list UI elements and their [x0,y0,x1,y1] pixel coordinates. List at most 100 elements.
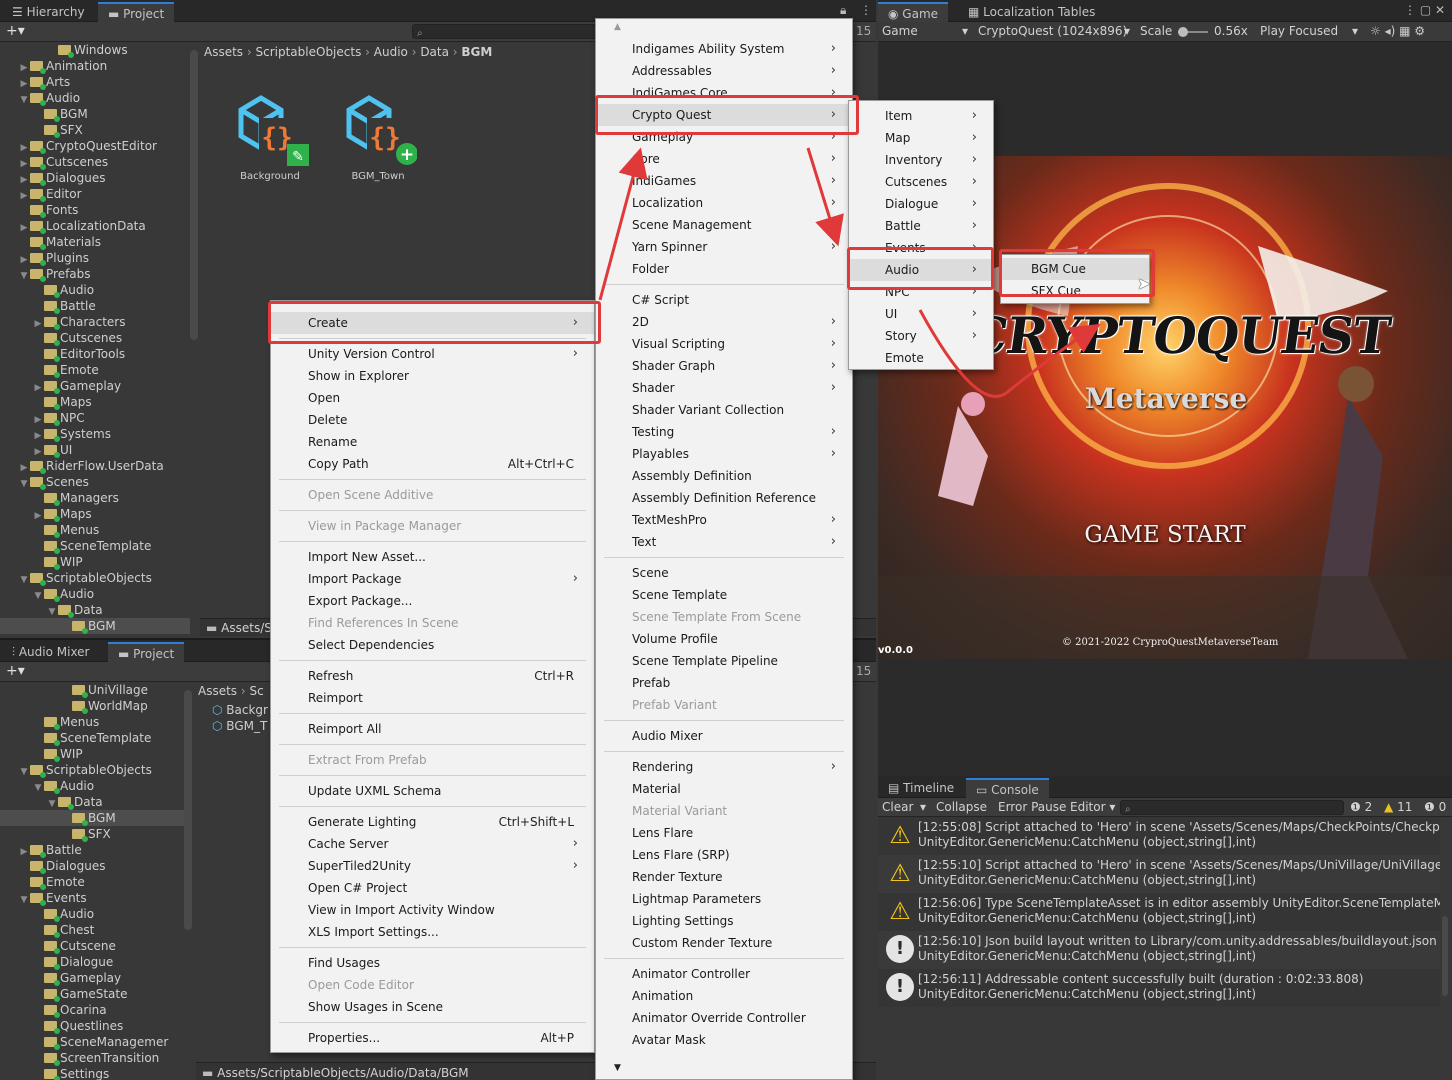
tree-row[interactable]: SFX [0,122,190,138]
display-dropdown[interactable]: Game ▾ [882,24,968,38]
tab-project[interactable]: ▬ Project [98,2,175,22]
slider-knob[interactable] [1178,27,1188,37]
menu-item-lighting-settings[interactable]: Lighting Settings [596,910,852,932]
tree-row[interactable]: BGM [0,106,190,122]
tree-row[interactable]: Fonts [0,202,190,218]
menu-item-cutscenes[interactable]: Cutscenes › [849,171,993,193]
tree-row[interactable]: ▶ Characters [0,314,190,330]
resolution-dropdown[interactable]: CryptoQuest (1024x896) ▾ [978,24,1130,38]
menu-item-open[interactable]: Open [271,387,594,409]
menu-item-item[interactable]: Item › [849,105,993,127]
plus-icon[interactable]: +▾ [6,663,25,679]
menu-item-custom-render-texture[interactable]: Custom Render Texture [596,932,852,954]
menu-item-folder[interactable]: Folder [596,258,852,280]
menu-item-shader-variant-collection[interactable]: Shader Variant Collection [596,399,852,421]
tree-row[interactable]: ▼ Audio [0,778,190,794]
tree-row[interactable]: Gameplay [0,970,190,986]
menu-item-scene[interactable]: Scene [596,562,852,584]
menu-item-shader[interactable]: Shader › [596,377,852,399]
plus-icon[interactable]: +▾ [6,23,25,39]
scroll-down-icon[interactable]: ▼ [614,1063,621,1073]
tree-row[interactable]: Menus [0,522,190,538]
tab-audio-mixer[interactable]: ⫶ Audio Mixer [2,642,100,662]
lock-icon[interactable]: 🔒︎ [840,3,846,18]
menu-item-import-package[interactable]: Import Package › [271,568,594,590]
menu-item-visual-scripting[interactable]: Visual Scripting › [596,333,852,355]
asset-bgm-town[interactable]: {} + BGM_Town [338,92,418,187]
breadcrumb-item[interactable]: Audio [374,45,408,59]
tree-row[interactable]: EditorTools [0,346,190,362]
tree-row[interactable]: GameState [0,986,190,1002]
tree-row[interactable]: Chest [0,922,190,938]
tree-row[interactable]: ▼ Audio [0,90,190,106]
tree-row[interactable]: ScreenTransition [0,1050,190,1066]
tree-row[interactable]: ▼ Prefabs [0,266,190,282]
tree-row[interactable]: Audio [0,282,190,298]
tree-row[interactable]: Dialogue [0,954,190,970]
tree-row[interactable]: ▼ Events [0,890,190,906]
tree-row[interactable]: ▶ Editor [0,186,190,202]
tree-row[interactable]: Emote [0,874,190,890]
menu-item-addressables[interactable]: Addressables › [596,60,852,82]
scale-slider[interactable] [1178,27,1208,37]
menu-item-show-in-explorer[interactable]: Show in Explorer [271,365,594,387]
tree-row[interactable]: ▶ Arts [0,74,190,90]
tree-row[interactable]: SceneTemplate [0,538,190,554]
clear-dropdown-icon[interactable]: ▾ [920,800,926,814]
tree-row[interactable]: BGM [0,810,190,826]
tree-row[interactable]: Cutscene [0,938,190,954]
toolbar-icons[interactable]: ☼ ◂) ▦ ⚙ [1370,24,1425,38]
tree-row[interactable]: ▶ Gameplay [0,378,190,394]
tree-row[interactable]: Menus [0,714,190,730]
console-log-entry[interactable]: ! [12:56:11] Addressable content successf… [878,969,1440,1007]
menu-item-refresh[interactable]: Refresh Ctrl+R [271,665,594,687]
menu-item-2d[interactable]: 2D › [596,311,852,333]
menu-item-delete[interactable]: Delete [271,409,594,431]
menu-item-avatar-mask[interactable]: Avatar Mask [596,1029,852,1051]
tree-row[interactable]: SceneTemplate [0,730,190,746]
menu-item-shader-graph[interactable]: Shader Graph › [596,355,852,377]
menu-item-volume-profile[interactable]: Volume Profile [596,628,852,650]
list-item[interactable]: ⬡ BGM_T [212,718,268,734]
tree-row[interactable]: ▼ Data [0,602,190,618]
tree-row[interactable]: ▶ Maps [0,506,190,522]
info-count-toggle[interactable]: ❶ 2 [1350,800,1372,814]
tree-row[interactable]: Managers [0,490,190,506]
tree-row[interactable]: ▼ ScriptableObjects [0,570,190,586]
menu-item-inventory[interactable]: Inventory › [849,149,993,171]
asset-background[interactable]: {} ✎ Background [230,92,310,187]
menu-item-assembly-definition-reference[interactable]: Assembly Definition Reference [596,487,852,509]
menu-item-emote[interactable]: Emote [849,347,993,369]
menu-item-dialogue[interactable]: Dialogue › [849,193,993,215]
error-count-toggle[interactable]: ❶ 0 [1424,800,1446,814]
tree-row[interactable]: WIP [0,746,190,762]
tree-row[interactable]: Settings [0,1066,190,1080]
menu-item-ui[interactable]: UI › [849,303,993,325]
tree-row[interactable]: ▶ Dialogues [0,170,190,186]
tab-hierarchy[interactable]: ☰ Hierarchy [2,2,95,22]
tree-row[interactable]: Cutscenes [0,330,190,346]
tree-row[interactable]: SFX [0,826,190,842]
menu-item-scene-template[interactable]: Scene Template [596,584,852,606]
tab-timeline[interactable]: ▤ Timeline [878,778,964,798]
tree-row[interactable]: ▶ UI [0,442,190,458]
menu-item-reimport[interactable]: Reimport [271,687,594,709]
menu-item-story[interactable]: Story › [849,325,993,347]
tree-row[interactable]: Battle [0,298,190,314]
console-scrollbar[interactable] [1442,916,1448,996]
tree-row[interactable]: Maps [0,394,190,410]
tree-row[interactable]: ▶ RiderFlow.UserData [0,458,190,474]
tree-row[interactable]: ▶ NPC [0,410,190,426]
menu-item-scene-template-pipeline[interactable]: Scene Template Pipeline [596,650,852,672]
tree-row[interactable]: WIP [0,554,190,570]
play-mode-dropdown[interactable]: Play Focused ▾ [1260,24,1358,38]
menu-item-lens-flare[interactable]: Lens Flare [596,822,852,844]
menu-item-playables[interactable]: Playables › [596,443,852,465]
error-pause-button[interactable]: Error Pause [998,800,1066,814]
menu-item-map[interactable]: Map › [849,127,993,149]
tree-row[interactable]: ▼ ScriptableObjects [0,762,190,778]
tab-console[interactable]: ▭ Console [966,778,1049,798]
menu-item-lens-flare-srp[interactable]: Lens Flare (SRP) [596,844,852,866]
menu-item-scene-management[interactable]: Scene Management › [596,214,852,236]
menu-item-import-new-asset[interactable]: Import New Asset... [271,546,594,568]
